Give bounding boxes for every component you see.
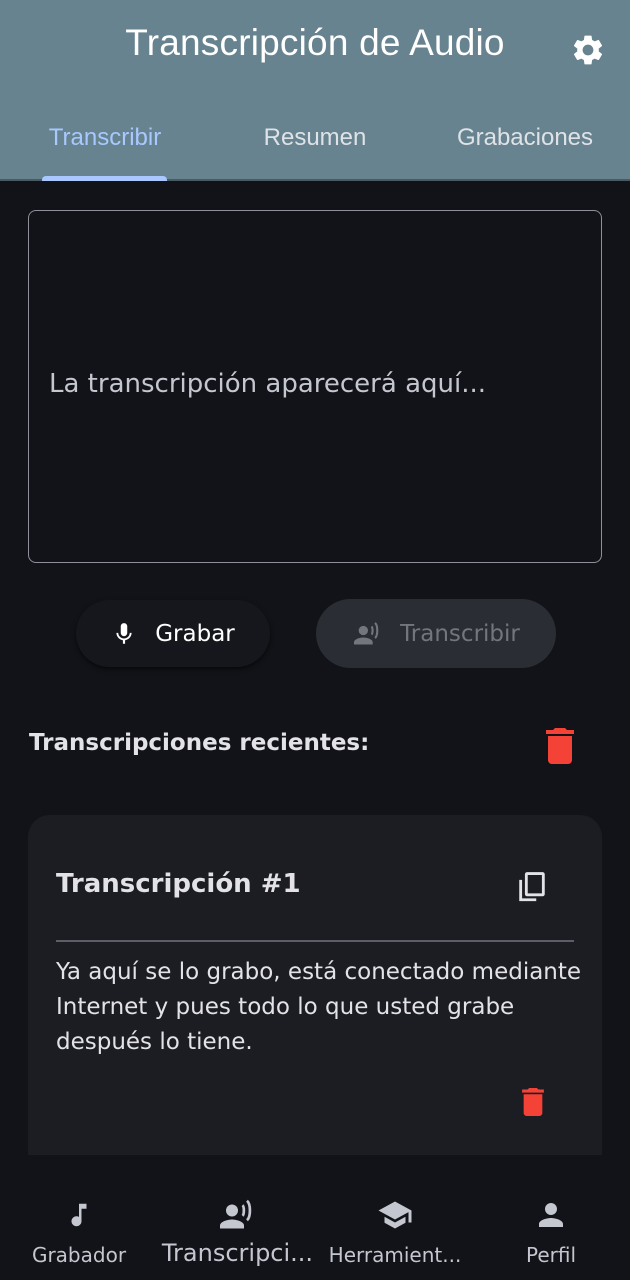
voice-person-icon	[219, 1199, 251, 1229]
gear-icon	[573, 35, 603, 65]
tab-label: Grabaciones	[456, 124, 594, 151]
card-title: Transcripción #1	[56, 869, 301, 899]
card-divider	[56, 940, 574, 942]
delete-all-button[interactable]	[543, 726, 577, 766]
tab-indicator	[42, 176, 167, 181]
transcript-placeholder: La transcripción aparecerá aquí...	[49, 369, 486, 399]
delete-item-button[interactable]	[518, 1085, 548, 1119]
bottom-nav: Grabador Transcripci... Herramient... Pe…	[0, 1155, 630, 1280]
app-title: Transcripción de Audio	[125, 22, 505, 63]
voice-person-icon	[354, 621, 379, 644]
tab-label: Transcribir	[48, 124, 162, 151]
transcript-field[interactable]: La transcripción aparecerá aquí...	[28, 210, 602, 563]
person-icon	[539, 1203, 563, 1227]
app-bar: Transcripción de Audio Transcribir Resum…	[0, 0, 630, 181]
transcription-card: Transcripción #1 Ya aquí se lo grabo, es…	[28, 815, 602, 1175]
graduation-cap-icon	[378, 1201, 412, 1229]
nav-label: Grabador	[31, 1243, 127, 1267]
nav-label: Transcripci...	[161, 1239, 314, 1267]
settings-button[interactable]	[566, 28, 610, 72]
nav-label: Herramient...	[328, 1243, 462, 1267]
music-note-icon	[71, 1203, 87, 1227]
nav-label: Perfil	[525, 1243, 577, 1267]
copy-button[interactable]	[512, 865, 552, 909]
record-label: Grabar	[155, 620, 235, 647]
nav-item-perfil[interactable]: Perfil	[476, 1193, 626, 1273]
trash-icon	[522, 1088, 544, 1116]
tab-grabaciones[interactable]: Grabaciones	[445, 122, 605, 158]
nav-item-herramientas[interactable]: Herramient...	[320, 1193, 470, 1273]
transcribe-button[interactable]: Transcribir	[316, 599, 556, 668]
trash-icon	[546, 728, 574, 764]
transcribe-label: Transcribir	[400, 620, 520, 647]
tab-resumen[interactable]: Resumen	[245, 122, 385, 158]
card-text: Ya aquí se lo grabo, está conectado medi…	[56, 959, 582, 1055]
nav-item-transcripciones[interactable]: Transcripci...	[155, 1193, 320, 1273]
tab-label: Resumen	[263, 124, 367, 151]
record-button[interactable]: Grabar	[76, 600, 270, 667]
microphone-icon	[116, 622, 132, 644]
tab-transcribir[interactable]: Transcribir	[38, 122, 172, 158]
nav-item-grabador[interactable]: Grabador	[4, 1193, 154, 1273]
copy-icon	[519, 872, 545, 902]
recent-heading: Transcripciones recientes:	[29, 730, 370, 756]
